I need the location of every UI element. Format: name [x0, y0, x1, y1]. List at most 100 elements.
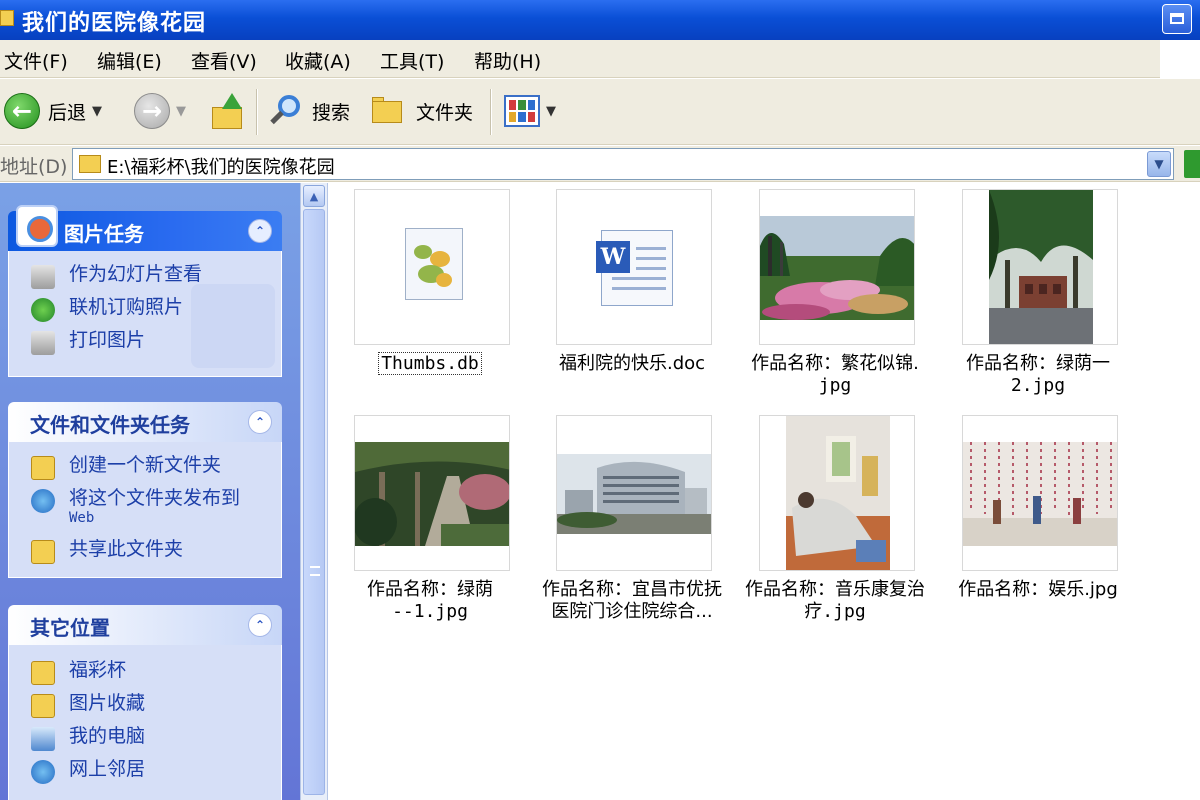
file-name: 作品名称：绿荫一 2.jpg: [966, 353, 1110, 396]
file-item[interactable]: 作品名称：绿荫 --1.jpg: [330, 415, 530, 625]
address-bar: 地址(D) E:\福彩杯\我们的医院像花园 ▼: [0, 146, 1200, 182]
picture-tasks-title: 图片任务: [64, 222, 144, 246]
place-network[interactable]: 网上邻居: [31, 758, 145, 784]
file-tasks-panel: 文件和文件夹任务 ⌃ 创建一个新文件夹 将这个文件夹发布到 Web 共享此文件夹: [8, 402, 282, 578]
collapse-chevron-icon[interactable]: ⌃: [248, 410, 272, 434]
views-button[interactable]: ▼: [504, 91, 556, 131]
file-item[interactable]: 作品名称：绿荫一 2.jpg: [938, 189, 1138, 399]
back-arrow-icon: ←: [4, 93, 40, 129]
place-my-computer[interactable]: 我的电脑: [31, 725, 145, 751]
picture-tasks-icon: [16, 205, 58, 247]
file-item[interactable]: 作品名称：音乐康复治 疗.jpg: [735, 415, 935, 625]
other-places-panel: 其它位置 ⌃ 福彩杯 图片收藏 我的电脑 网上邻居: [8, 605, 282, 800]
file-item[interactable]: 作品名称：娱乐.jpg: [938, 415, 1138, 625]
other-places-body: 福彩杯 图片收藏 我的电脑 网上邻居: [8, 645, 282, 800]
place-fucaibei[interactable]: 福彩杯: [31, 659, 126, 685]
place-label: 福彩杯: [69, 659, 127, 681]
menu-help[interactable]: 帮助(H): [474, 47, 541, 74]
toolbar-separator: [256, 89, 258, 135]
new-folder-icon: [31, 456, 55, 480]
menu-view[interactable]: 查看(V): [191, 47, 257, 74]
address-dropdown-icon[interactable]: ▼: [1147, 151, 1171, 177]
address-input[interactable]: E:\福彩杯\我们的医院像花园 ▼: [72, 148, 1174, 180]
menu-favorites[interactable]: 收藏(A): [285, 47, 351, 74]
word-document-icon: W: [596, 230, 673, 306]
place-my-pictures[interactable]: 图片收藏: [31, 692, 145, 718]
file-thumbnail: [962, 415, 1118, 571]
forward-arrow-icon: →: [134, 93, 170, 129]
picture-tasks-header[interactable]: 图片任务 ⌃: [8, 205, 282, 251]
task-label-web: Web: [69, 510, 95, 526]
address-label: 地址(D): [0, 156, 68, 178]
search-icon: [268, 93, 304, 129]
task-label: 创建一个新文件夹: [69, 454, 222, 476]
collapse-chevron-icon[interactable]: ⌃: [248, 219, 272, 243]
folders-button[interactable]: 文件夹: [372, 91, 473, 131]
folders-icon: [372, 97, 406, 125]
task-label: 共享此文件夹: [69, 538, 184, 560]
search-button[interactable]: 搜索: [268, 91, 350, 131]
search-label: 搜索: [312, 101, 351, 124]
task-new-folder[interactable]: 创建一个新文件夹: [31, 454, 221, 480]
picture-tasks-panel: 图片任务 ⌃ 作为幻灯片查看 联机订购照片 打印图片: [8, 205, 282, 377]
file-tasks-header[interactable]: 文件和文件夹任务 ⌃: [8, 402, 282, 442]
watermark-icon: [191, 284, 275, 368]
title-bar: 我们的医院像花园: [0, 0, 1200, 40]
file-thumbnail: W: [556, 189, 712, 345]
file-thumbnail: [962, 189, 1118, 345]
task-publish-web[interactable]: 将这个文件夹发布到 Web: [31, 487, 240, 527]
scroll-up-icon[interactable]: ▲: [303, 185, 325, 207]
file-item[interactable]: 作品名称：繁花似锦. jpg: [735, 189, 935, 399]
task-share-folder[interactable]: 共享此文件夹: [31, 538, 183, 564]
file-item[interactable]: W 福利院的快乐.doc: [532, 189, 732, 399]
menu-file[interactable]: 文件(F): [4, 47, 68, 74]
music-therapy-room-photo: [786, 416, 890, 570]
file-name: 作品名称：娱乐.jpg: [958, 579, 1118, 600]
file-item[interactable]: Thumbs.db: [330, 189, 530, 399]
network-places-icon: [31, 760, 55, 784]
forward-dropdown-icon[interactable]: ▼: [176, 104, 186, 119]
maximize-button[interactable]: [1162, 4, 1192, 34]
folder-icon: [0, 10, 14, 26]
file-item[interactable]: 作品名称：宜昌市优抚 医院门诊住院综合...: [532, 415, 732, 625]
task-label: 将这个文件夹发布到: [69, 487, 241, 509]
file-name: 作品名称：绿荫 --1.jpg: [367, 579, 493, 622]
back-label: 后退: [48, 101, 87, 124]
toolbar: ← 后退 ▼ → ▼ 搜索 文件夹 ▼: [0, 79, 1200, 145]
other-places-header[interactable]: 其它位置 ⌃: [8, 605, 282, 645]
file-thumbnail: [556, 415, 712, 571]
back-dropdown-icon[interactable]: ▼: [92, 104, 102, 119]
toolbar-separator: [490, 89, 492, 135]
scroll-thumb[interactable]: [303, 209, 325, 795]
my-pictures-icon: [31, 694, 55, 718]
menu-bar: 文件(F) 编辑(E) 查看(V) 收藏(A) 工具(T) 帮助(H): [0, 40, 1200, 78]
file-name: 作品名称：繁花似锦. jpg: [751, 353, 919, 396]
menu-edit[interactable]: 编辑(E): [97, 47, 162, 74]
windows-logo: [1160, 40, 1200, 78]
task-slideshow[interactable]: 作为幻灯片查看: [31, 263, 202, 289]
folder-icon: [31, 661, 55, 685]
publish-web-icon: [31, 489, 55, 513]
pergola-path-photo: [355, 442, 509, 546]
printer-icon: [31, 331, 55, 355]
garden-flowers-photo: [760, 216, 914, 320]
task-order-prints[interactable]: 联机订购照片: [31, 296, 183, 322]
thumbs-db-icon: [405, 228, 463, 300]
task-print-pictures[interactable]: 打印图片: [31, 329, 145, 355]
collapse-chevron-icon[interactable]: ⌃: [248, 613, 272, 637]
share-folder-icon: [31, 540, 55, 564]
file-name: 作品名称：宜昌市优抚 医院门诊住院综合...: [542, 579, 722, 622]
slideshow-icon: [31, 265, 55, 289]
other-places-title: 其它位置: [30, 616, 110, 640]
recreation-room-photo: [963, 442, 1117, 546]
go-button[interactable]: [1184, 150, 1200, 178]
up-folder-button[interactable]: [212, 91, 244, 131]
maximize-icon: [1170, 13, 1184, 24]
menu-tools[interactable]: 工具(T): [380, 47, 444, 74]
up-folder-icon: [212, 93, 244, 129]
forward-button[interactable]: → ▼: [134, 91, 186, 131]
views-dropdown-icon[interactable]: ▼: [546, 104, 556, 119]
back-button[interactable]: ← 后退 ▼: [4, 91, 102, 131]
vertical-scrollbar[interactable]: ▲: [300, 183, 328, 800]
task-label: 打印图片: [69, 329, 146, 351]
